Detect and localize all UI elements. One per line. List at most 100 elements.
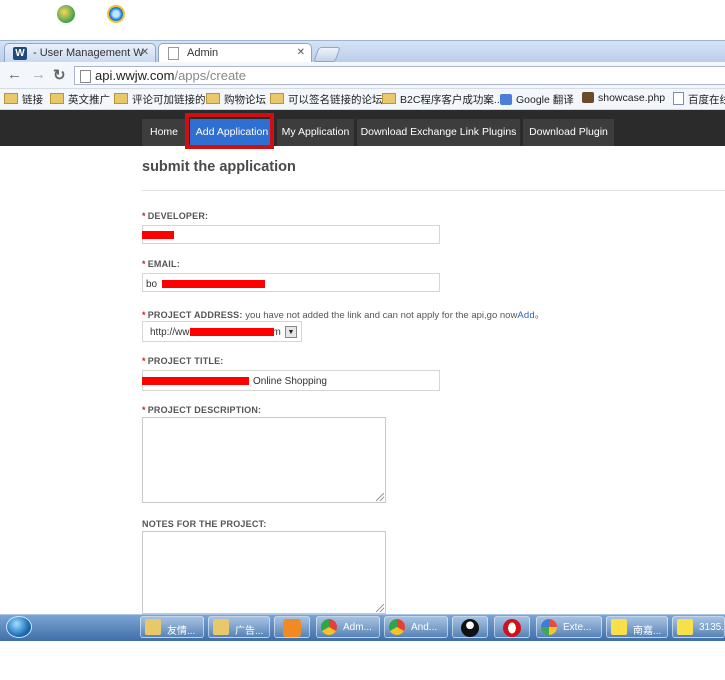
add-link[interactable]: Add [517, 310, 535, 321]
taskbar-button[interactable]: 南嘉... [606, 616, 668, 638]
redaction-mark [190, 328, 274, 336]
nav-label: Download Plugin [529, 126, 608, 138]
bookmark-folder[interactable]: 评论可加链接的 [114, 92, 206, 107]
chrome-icon [389, 619, 405, 635]
bookmark-label: 评论可加链接的 [132, 94, 206, 106]
tab-admin[interactable]: Admin ✕ [158, 43, 312, 63]
developer-label: * DEVELOPER: [142, 211, 208, 221]
field-value: bo [146, 279, 158, 290]
notes-textarea[interactable] [142, 531, 386, 614]
taskbar-button[interactable] [96, 2, 136, 24]
close-icon[interactable]: ✕ [297, 47, 305, 58]
wordpress-icon: W [13, 47, 27, 60]
bookmark-folder[interactable]: 可以签名链接的论坛 [270, 92, 383, 107]
project-address-label: * PROJECT ADDRESS: you have not added the… [142, 307, 544, 321]
folder-icon [114, 93, 128, 104]
taskbar-label: 广告... [235, 626, 264, 637]
divider [142, 190, 725, 191]
bookmark-folder[interactable]: B2C程序客户成功案... [382, 92, 503, 107]
taskbar-button[interactable]: 友情... [140, 616, 204, 638]
qq-icon [461, 619, 479, 637]
taskbar-button[interactable]: Exte... [536, 616, 602, 638]
developer-input[interactable] [142, 225, 440, 244]
taskbar-label: And... [411, 622, 438, 633]
bookmark-folder[interactable]: 链接 [4, 92, 43, 107]
opera-icon [503, 619, 521, 637]
start-button[interactable] [6, 616, 32, 638]
url-path: /apps/create [174, 68, 247, 83]
taskbar-button[interactable] [274, 616, 310, 638]
required-mark: * [142, 405, 146, 415]
nav-label: Download Exchange Link Plugins [360, 126, 517, 138]
url-host: api.wwjw.com [95, 68, 175, 83]
page-icon [168, 47, 179, 60]
nav-download-exchange-link-plugins[interactable]: Download Exchange Link Plugins [357, 119, 520, 146]
showcase-icon [582, 92, 594, 103]
bookmark-google-translate[interactable]: Google 翻译 [500, 92, 574, 107]
taskbar-label: Exte... [563, 622, 592, 633]
forward-icon[interactable]: → [31, 66, 46, 83]
label-text: PROJECT ADDRESS: [147, 310, 243, 320]
bookmark-label: Google 翻译 [516, 94, 574, 106]
nav-label: My Application [281, 126, 350, 138]
project-description-textarea[interactable] [142, 417, 386, 503]
folder-icon [270, 93, 284, 104]
nav-home[interactable]: Home [142, 119, 186, 146]
tab-user-management[interactable]: W - User Management W ✕ [4, 43, 156, 63]
taskbar-button[interactable] [452, 616, 488, 638]
select-value-start: http://ww [150, 327, 190, 338]
tab-title: - User Management W [33, 47, 144, 59]
label-text: PROJECT TITLE: [147, 356, 224, 366]
redaction-mark [162, 280, 265, 288]
notes-label: NOTES FOR THE PROJECT: [142, 519, 266, 529]
address-note: you have not added the link and can not … [245, 310, 518, 321]
nav-download-plugin[interactable]: Download Plugin [523, 119, 614, 146]
folder-icon [50, 93, 64, 104]
label-text: DEVELOPER: [147, 211, 209, 221]
resize-grip-icon[interactable] [376, 493, 384, 501]
note-end: 。 [534, 310, 545, 321]
taskbar-button[interactable]: And... [384, 616, 448, 638]
page-icon [673, 92, 684, 105]
taskbar-button[interactable]: Adm... [316, 616, 380, 638]
taskbar-button[interactable]: 广告... [208, 616, 270, 638]
tab-title: Admin [187, 47, 219, 59]
taskbar-label: 南嘉... [633, 626, 662, 637]
bookmark-label: 链接 [22, 94, 43, 106]
resize-grip-icon[interactable] [376, 604, 384, 612]
address-bar[interactable]: api.wwjw.com/apps/create [74, 66, 725, 85]
bookmark-folder[interactable]: 购物论坛 [206, 92, 266, 107]
taskbar-button[interactable] [494, 616, 530, 638]
nav-my-application[interactable]: My Application [277, 119, 354, 146]
reload-icon[interactable]: ↻ [53, 66, 66, 84]
back-icon[interactable]: ← [7, 66, 22, 83]
bookmark-label: 可以签名链接的论坛 [288, 94, 383, 106]
taskbar-label: 3135... [699, 622, 725, 633]
required-mark: * [142, 259, 146, 269]
bookmark-showcase[interactable]: showcase.php [582, 92, 665, 104]
label-text: NOTES FOR THE PROJECT: [142, 519, 267, 529]
bookmark-label: 百度在线 [688, 94, 725, 106]
site-nav: Home Add Application My Application Down… [0, 110, 725, 146]
bookmark-label: showcase.php [598, 92, 666, 104]
required-mark: * [142, 211, 146, 221]
required-mark: * [142, 356, 146, 366]
redaction-mark [142, 377, 249, 385]
chevron-down-icon[interactable]: ▼ [285, 326, 297, 338]
bookmarks-bar: 链接 英文推广 评论可加链接的 购物论坛 可以签名链接的论坛 B2C程序客户成功… [0, 89, 725, 110]
taskbar-button[interactable]: 3135... [672, 616, 725, 638]
bookmark-baidu[interactable]: 百度在线 [673, 92, 725, 107]
page-title: submit the application [142, 159, 296, 175]
highlight-box [185, 113, 274, 149]
label-text: EMAIL: [147, 259, 180, 269]
note-icon [677, 619, 693, 635]
taskbar-label: 友情... [167, 626, 196, 637]
required-mark: * [142, 310, 146, 320]
folder-icon [213, 619, 229, 635]
bookmark-folder[interactable]: 英文推广 [50, 92, 110, 107]
label-text: PROJECT DESCRIPTION: [147, 405, 262, 415]
taskbar-button[interactable] [46, 2, 86, 24]
folder-icon [145, 619, 161, 635]
people-icon [57, 5, 75, 23]
close-icon[interactable]: ✕ [141, 47, 149, 58]
